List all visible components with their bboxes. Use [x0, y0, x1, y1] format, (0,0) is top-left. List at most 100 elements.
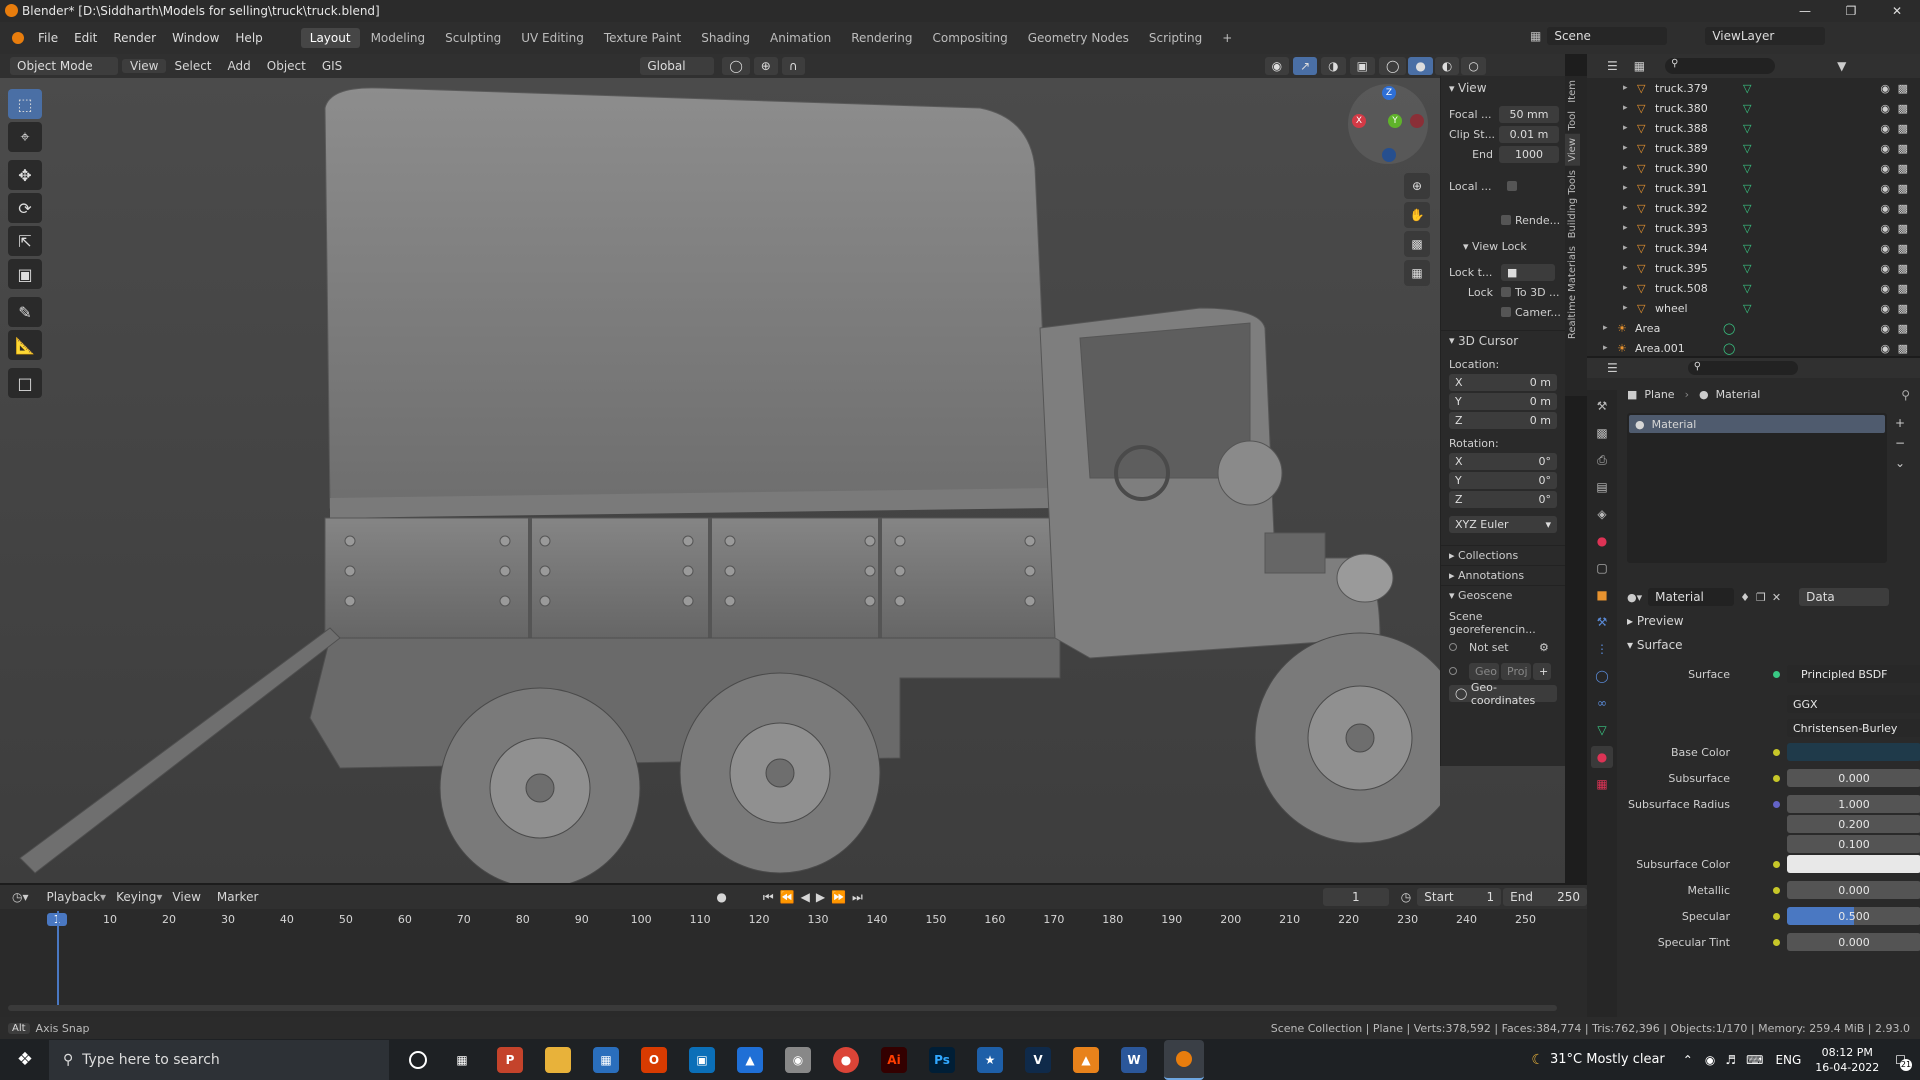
material-slot-item[interactable]: ● Material — [1629, 415, 1885, 433]
clip-end-field[interactable]: 1000 — [1499, 145, 1559, 163]
outliner-row[interactable]: ▸ ▽ truck.380 ▽ ◉ ▩ — [1587, 98, 1920, 118]
maximize-button[interactable]: ❐ — [1828, 0, 1874, 22]
tab-uv-editing[interactable]: UV Editing — [512, 28, 593, 48]
3d-viewport[interactable]: Z Y X ⊕ ✋ ▩ ▦ — [0, 78, 1565, 883]
playback-controls[interactable]: ⏮⏪◀▶⏩⏭ — [763, 890, 869, 905]
gizmo-z-axis[interactable]: Z — [1382, 86, 1396, 100]
number-field[interactable]: 0.100 — [1787, 835, 1920, 853]
lock-to-object-field[interactable]: ■ — [1501, 263, 1555, 281]
timeline-scrollbar[interactable] — [8, 1005, 1557, 1011]
tab-scripting[interactable]: Scripting — [1140, 28, 1211, 48]
pin-icon[interactable]: ⚲ — [1901, 388, 1910, 402]
visibility-eye-icon[interactable]: ◉ — [1880, 202, 1890, 215]
outliner-row[interactable]: ▸ ▽ wheel ▽ ◉ ▩ — [1587, 298, 1920, 318]
menu-render[interactable]: Render — [105, 31, 164, 45]
expand-arrow-icon[interactable]: ▸ — [1623, 203, 1628, 213]
material-tab-icon[interactable]: ● — [1591, 746, 1613, 768]
menu-view[interactable]: View — [122, 59, 167, 73]
tool-tab-icon[interactable]: ⚒ — [1591, 395, 1613, 417]
expand-arrow-icon[interactable]: ▸ — [1623, 263, 1628, 273]
output-tab-icon[interactable]: ⎙ — [1591, 449, 1613, 471]
particles-tab-icon[interactable]: ⋮ — [1591, 638, 1613, 660]
visibility-eye-icon[interactable]: ◉ — [1880, 162, 1890, 175]
properties-editor-type-icon[interactable]: ☰ — [1607, 361, 1618, 375]
view-section-title[interactable]: View — [1458, 81, 1486, 95]
camera-view-icon[interactable]: ▩ — [1404, 231, 1430, 257]
measure-icon[interactable]: 📐 — [8, 330, 42, 360]
material-shading-icon[interactable]: ◐ — [1434, 57, 1460, 75]
cursor-location-z[interactable]: Z0 m — [1449, 412, 1557, 429]
menu-help[interactable]: Help — [227, 31, 270, 45]
cortana-icon[interactable] — [409, 1050, 427, 1069]
render-region-checkbox[interactable] — [1501, 215, 1511, 225]
vivado-icon[interactable]: V — [1025, 1046, 1051, 1073]
end-frame-field[interactable]: End 250 — [1503, 888, 1588, 906]
visibility-eye-icon[interactable]: ◉ — [1880, 322, 1890, 335]
tray-chevron-icon[interactable]: ⌃ — [1683, 1053, 1693, 1067]
outliner-item-name[interactable]: truck.394 — [1655, 242, 1708, 255]
view-collapse-icon[interactable]: ▾ — [1449, 82, 1458, 95]
rendered-shading-icon[interactable]: ○ — [1461, 57, 1486, 75]
clock[interactable]: 08:12 PM 16-04-2022 — [1815, 1045, 1879, 1075]
office-icon[interactable]: O — [641, 1046, 667, 1073]
cursor-collapse-icon[interactable]: ▾ — [1449, 334, 1458, 347]
timeline-menu-view[interactable]: View — [172, 890, 200, 904]
lock-3d-cursor-checkbox[interactable] — [1501, 287, 1511, 297]
expand-arrow-icon[interactable]: ▸ — [1623, 103, 1628, 113]
app-icon-1[interactable]: ▣ — [689, 1046, 715, 1073]
viewlayer-selector[interactable]: ViewLayer — [1705, 27, 1826, 45]
weather-text[interactable]: 31°C Mostly clear — [1550, 1052, 1665, 1067]
visibility-eye-icon[interactable]: ◉ — [1880, 242, 1890, 255]
visibility-eye-icon[interactable]: ◉ — [1880, 102, 1890, 115]
transform-icon[interactable]: ▣ — [8, 259, 42, 289]
geoscene-section[interactable]: Geoscene — [1458, 589, 1512, 602]
outliner-row[interactable]: ▸ ▽ truck.379 ▽ ◉ ▩ — [1587, 78, 1920, 98]
xray-icon[interactable]: ▣ — [1349, 57, 1375, 75]
expand-arrow-icon[interactable]: ▸ — [1623, 303, 1628, 313]
tab-realtime-materials[interactable]: Realtime Materials — [1565, 242, 1580, 343]
menu-file[interactable]: File — [30, 31, 66, 45]
constraints-tab-icon[interactable]: ∞ — [1591, 692, 1613, 714]
tab-view[interactable]: View — [1565, 134, 1580, 166]
outliner-row[interactable]: ▸ ▽ truck.392 ▽ ◉ ▩ — [1587, 198, 1920, 218]
vlc-icon[interactable]: ▲ — [1073, 1046, 1099, 1073]
clip-start-field[interactable]: 0.01 m — [1499, 125, 1559, 143]
cursor-location-x[interactable]: X0 m — [1449, 374, 1557, 391]
number-field[interactable]: 0.000 — [1787, 881, 1920, 899]
gizmo-neg-x[interactable] — [1410, 114, 1424, 128]
outliner-row[interactable]: ▸ ▽ truck.393 ▽ ◉ ▩ — [1587, 218, 1920, 238]
slot-menu-icon[interactable]: ⌄ — [1895, 453, 1905, 473]
scene-selector[interactable]: Scene — [1547, 27, 1668, 45]
gizmo-neg-z[interactable] — [1382, 148, 1396, 162]
app-icon-3[interactable]: ◉ — [785, 1046, 811, 1073]
windows-start-icon[interactable]: ❖ — [12, 1047, 38, 1073]
cursor-location-y[interactable]: Y0 m — [1449, 393, 1557, 410]
outliner-item-name[interactable]: truck.395 — [1655, 262, 1708, 275]
word-icon[interactable]: W — [1121, 1046, 1147, 1073]
focal-length-field[interactable]: 50 mm — [1499, 105, 1559, 123]
timeline-editor-icon[interactable]: ◷▾ — [12, 890, 29, 904]
local-camera-checkbox[interactable] — [1507, 181, 1517, 191]
outliner-display-icon[interactable]: ☰ — [1607, 59, 1618, 73]
render-camera-icon[interactable]: ▩ — [1898, 282, 1908, 295]
tab-animation[interactable]: Animation — [761, 28, 840, 48]
data-tab-icon[interactable]: ▽ — [1591, 719, 1613, 741]
tray-wifi-icon[interactable]: ◉ — [1705, 1053, 1715, 1067]
annotate-icon[interactable]: ✎ — [8, 297, 42, 327]
expand-arrow-icon[interactable]: ▸ — [1623, 163, 1628, 173]
visibility-eye-icon[interactable]: ◉ — [1880, 342, 1890, 355]
expand-arrow-icon[interactable]: ▸ — [1603, 323, 1608, 333]
color-field[interactable] — [1787, 743, 1920, 761]
chrome-icon[interactable]: ● — [833, 1046, 859, 1073]
lock-camera-checkbox[interactable] — [1501, 307, 1511, 317]
duplicate-material-icon[interactable]: ❐ — [1756, 591, 1766, 604]
outliner-row[interactable]: ▸ ☀ Area ◯ ◉ ▩ — [1587, 318, 1920, 338]
tab-modeling[interactable]: Modeling — [362, 28, 435, 48]
gizmo-x-axis[interactable]: X — [1352, 114, 1366, 128]
expand-arrow-icon[interactable]: ▸ — [1623, 223, 1628, 233]
color-field[interactable] — [1787, 855, 1920, 873]
tab-building-tools[interactable]: Building Tools — [1565, 166, 1580, 242]
expand-arrow-icon[interactable]: ▸ — [1623, 143, 1628, 153]
texture-tab-icon[interactable]: ▦ — [1591, 773, 1613, 795]
cursor-icon[interactable]: ⌖ — [8, 122, 42, 152]
